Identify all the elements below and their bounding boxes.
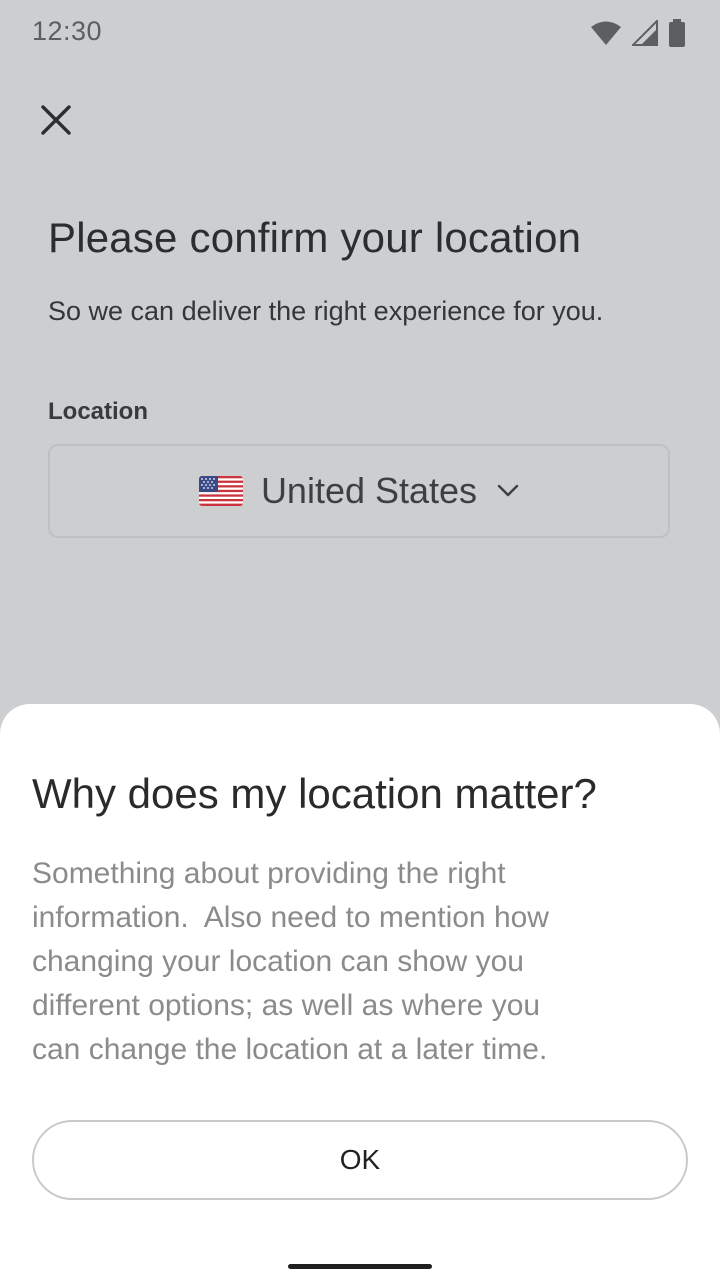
location-label: Location [48, 398, 148, 425]
sheet-title: Why does my location matter? [32, 770, 597, 817]
us-flag-icon [198, 476, 243, 506]
sheet-body: Something about providing the right info… [32, 857, 549, 1066]
chevron-down-icon [497, 484, 519, 498]
bottom-sheet: Why does my location matter? Something a… [0, 704, 720, 1280]
location-select[interactable]: United States [48, 444, 670, 538]
status-time: 12:30 [32, 16, 103, 46]
status-icons [590, 18, 686, 48]
cellular-signal-icon [630, 18, 658, 46]
close-button[interactable] [30, 94, 82, 146]
home-indicator[interactable] [288, 1264, 432, 1269]
wifi-icon [590, 20, 622, 46]
close-icon [40, 104, 72, 136]
ok-button[interactable]: OK [32, 1120, 688, 1200]
status-bar: 12:30 [0, 0, 720, 64]
page-subtitle: So we can deliver the right experience f… [48, 296, 604, 326]
page-title: Please confirm your location [48, 214, 582, 261]
location-value: United States [260, 470, 478, 511]
battery-icon [668, 19, 686, 47]
